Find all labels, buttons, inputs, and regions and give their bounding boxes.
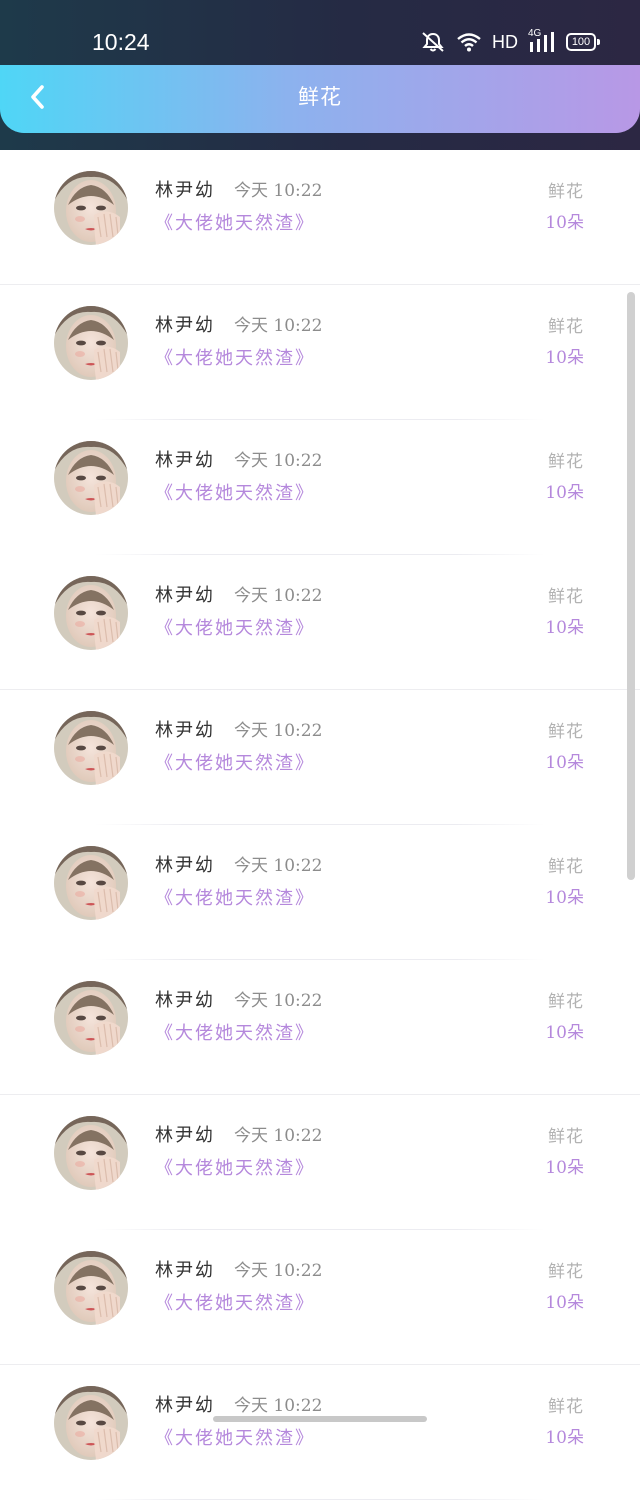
gift-type: 鲜花	[548, 587, 584, 607]
book-title-link[interactable]: 《大佬她天然渣》	[155, 211, 315, 237]
avatar[interactable]	[54, 1386, 128, 1460]
page-title: 鲜花	[298, 85, 342, 109]
list-item[interactable]: 林尹幼 今天 10:22 《大佬她天然渣》 鲜花 10朵	[0, 1230, 640, 1365]
book-title-link[interactable]: 《大佬她天然渣》	[155, 481, 315, 507]
list-item[interactable]: 林尹幼 今天 10:22 《大佬她天然渣》 鲜花 10朵	[0, 420, 640, 555]
book-title-link[interactable]: 《大佬她天然渣》	[155, 1426, 315, 1452]
gift-type: 鲜花	[548, 182, 584, 202]
user-name: 林尹幼	[155, 585, 215, 606]
status-time: 10:24	[92, 29, 150, 55]
avatar[interactable]	[54, 1251, 128, 1325]
user-name: 林尹幼	[155, 720, 215, 741]
gift-count: 10朵	[545, 1023, 584, 1043]
avatar[interactable]	[54, 576, 128, 650]
list-item[interactable]: 林尹幼 今天 10:22 《大佬她天然渣》 鲜花 10朵	[0, 1095, 640, 1230]
status-icons: HD 4G 100	[420, 28, 600, 56]
book-title-link[interactable]: 《大佬她天然渣》	[155, 751, 315, 777]
list-item[interactable]: 林尹幼 今天 10:22 《大佬她天然渣》 鲜花 10朵	[0, 825, 640, 960]
user-name: 林尹幼	[155, 450, 215, 471]
gift-count: 10朵	[545, 483, 584, 503]
battery-level: 100	[566, 33, 596, 51]
book-title-link[interactable]: 《大佬她天然渣》	[155, 1021, 315, 1047]
gift-count: 10朵	[545, 888, 584, 908]
signal-icon: 4G	[528, 28, 556, 53]
gift-type: 鲜花	[548, 1262, 584, 1282]
gift-type: 鲜花	[548, 992, 584, 1012]
scrollbar[interactable]	[627, 292, 635, 880]
user-name: 林尹幼	[155, 855, 215, 876]
wifi-icon	[456, 31, 482, 53]
item-time: 今天 10:22	[234, 721, 323, 741]
list-item[interactable]: 林尹幼 今天 10:22 《大佬她天然渣》 鲜花 10朵	[0, 555, 640, 690]
mute-bell-icon	[420, 31, 446, 53]
user-name: 林尹幼	[155, 990, 215, 1011]
book-title-link[interactable]: 《大佬她天然渣》	[155, 1291, 315, 1317]
gift-count: 10朵	[545, 618, 584, 638]
list-item[interactable]: 林尹幼 今天 10:22 《大佬她天然渣》 鲜花 10朵	[0, 150, 640, 285]
gift-count: 10朵	[545, 1428, 584, 1448]
item-time: 今天 10:22	[234, 451, 323, 471]
user-name: 林尹幼	[155, 1395, 215, 1416]
gift-type: 鲜花	[548, 1397, 584, 1417]
item-time: 今天 10:22	[234, 181, 323, 201]
avatar[interactable]	[54, 981, 128, 1055]
gift-type: 鲜花	[548, 1127, 584, 1147]
gift-count: 10朵	[545, 1293, 584, 1313]
gift-count: 10朵	[545, 213, 584, 233]
item-time: 今天 10:22	[234, 1261, 323, 1281]
header: 鲜花	[0, 65, 640, 133]
book-title-link[interactable]: 《大佬她天然渣》	[155, 346, 315, 372]
list-item[interactable]: 林尹幼 今天 10:22 《大佬她天然渣》 鲜花 10朵	[0, 960, 640, 1095]
gift-count: 10朵	[545, 1158, 584, 1178]
book-title-link[interactable]: 《大佬她天然渣》	[155, 886, 315, 912]
item-time: 今天 10:22	[234, 991, 323, 1011]
book-title-link[interactable]: 《大佬她天然渣》	[155, 616, 315, 642]
item-time: 今天 10:22	[234, 316, 323, 336]
book-title-link[interactable]: 《大佬她天然渣》	[155, 1156, 315, 1182]
avatar[interactable]	[54, 306, 128, 380]
item-time: 今天 10:22	[234, 856, 323, 876]
gift-count: 10朵	[545, 348, 584, 368]
gift-type: 鲜花	[548, 452, 584, 472]
item-time: 今天 10:22	[234, 1126, 323, 1146]
avatar[interactable]	[54, 441, 128, 515]
gift-type: 鲜花	[548, 317, 584, 337]
gift-count: 10朵	[545, 753, 584, 773]
gift-type: 鲜花	[548, 857, 584, 877]
battery-icon: 100	[566, 33, 600, 51]
network-label: HD	[492, 31, 518, 52]
user-name: 林尹幼	[155, 315, 215, 336]
avatar[interactable]	[54, 1116, 128, 1190]
list-item[interactable]: 林尹幼 今天 10:22 《大佬她天然渣》 鲜花 10朵	[0, 285, 640, 420]
user-name: 林尹幼	[155, 180, 215, 201]
list-item[interactable]: 林尹幼 今天 10:22 《大佬她天然渣》 鲜花 10朵	[0, 690, 640, 825]
home-indicator[interactable]	[213, 1416, 427, 1422]
item-time: 今天 10:22	[234, 586, 323, 606]
avatar[interactable]	[54, 171, 128, 245]
avatar[interactable]	[54, 846, 128, 920]
list-item[interactable]: 林尹幼 今天 10:22 《大佬她天然渣》 鲜花 10朵	[0, 1365, 640, 1500]
gift-list: 林尹幼 今天 10:22 《大佬她天然渣》 鲜花 10朵 林尹幼 今天 10:2…	[0, 150, 640, 1500]
user-name: 林尹幼	[155, 1260, 215, 1281]
gift-type: 鲜花	[548, 722, 584, 742]
user-name: 林尹幼	[155, 1125, 215, 1146]
avatar[interactable]	[54, 711, 128, 785]
